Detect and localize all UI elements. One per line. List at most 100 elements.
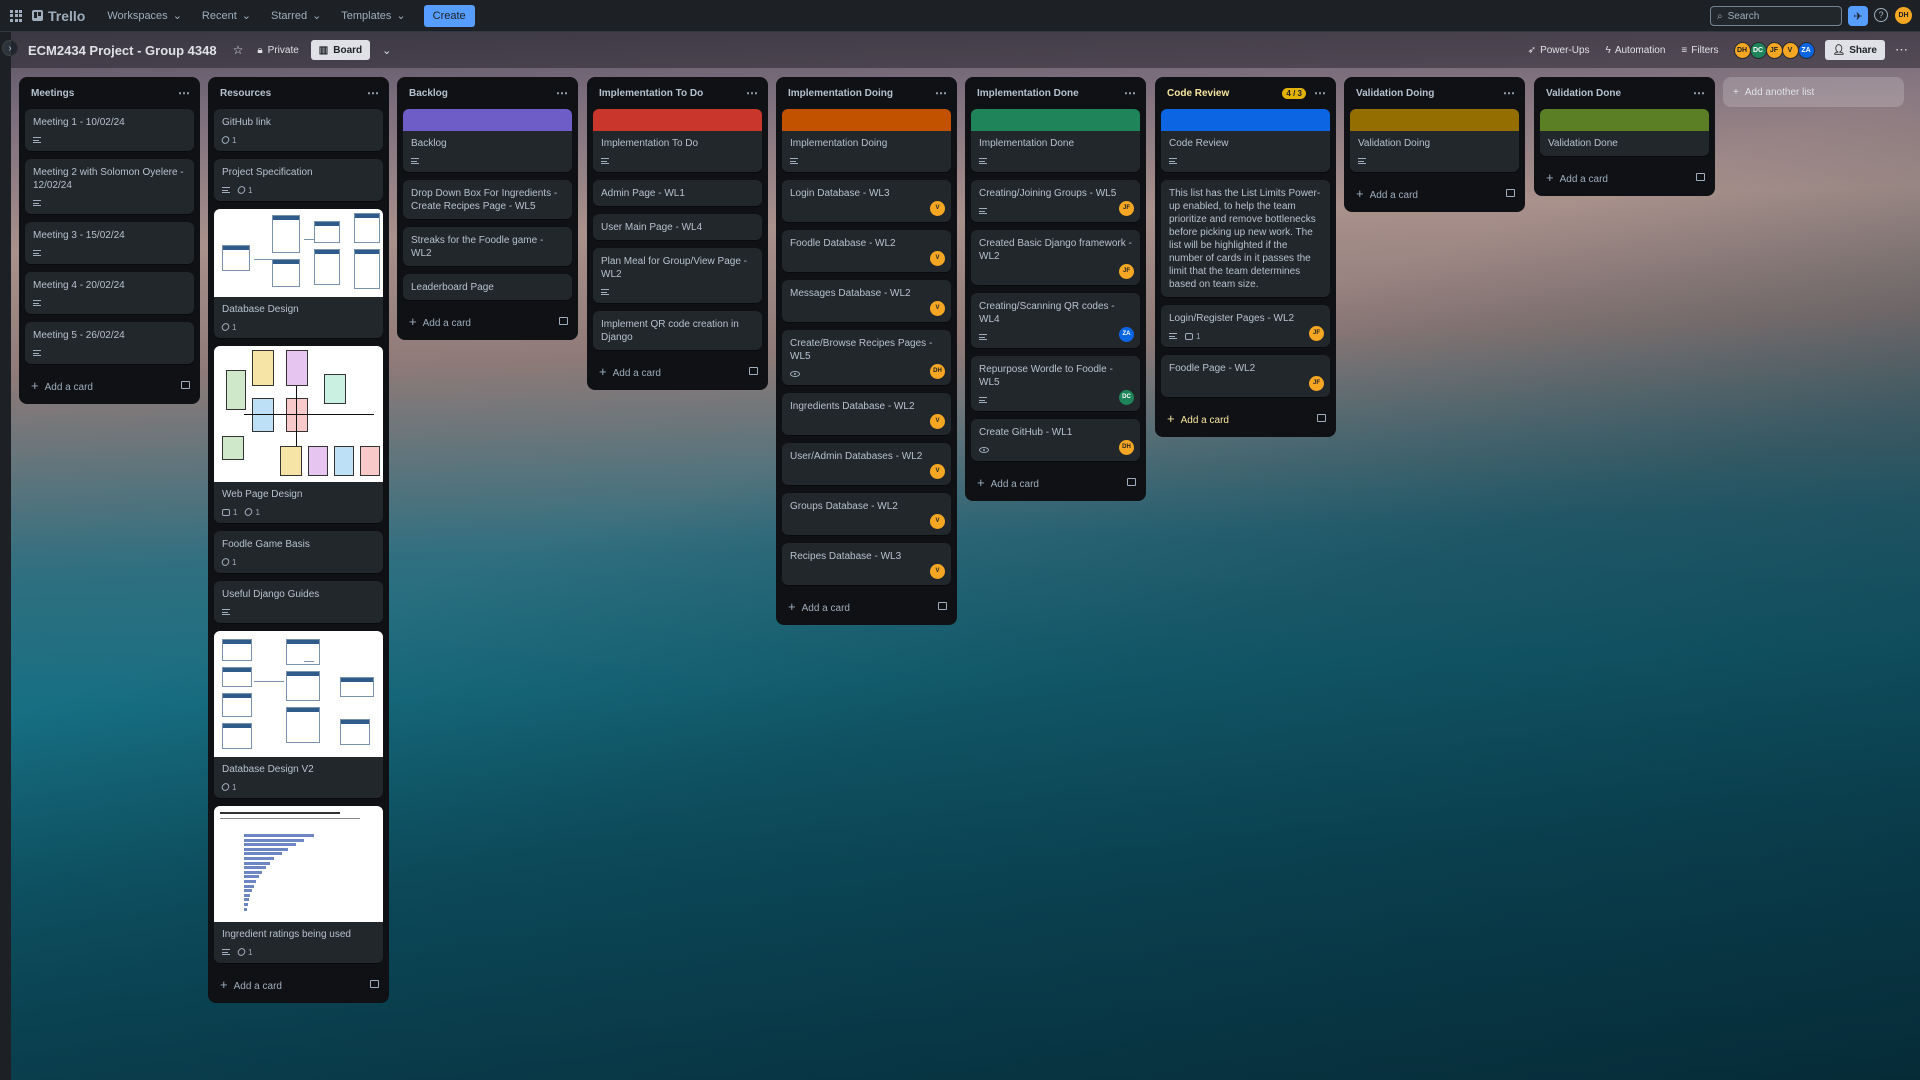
card[interactable]: Foodle Database - WL2 V xyxy=(782,230,951,272)
add-card-button[interactable]: + Add a card xyxy=(1155,405,1336,431)
more-options-icon[interactable]: ⋯ xyxy=(556,86,568,100)
avatar[interactable]: ZA xyxy=(1119,327,1134,342)
card[interactable]: Drop Down Box For Ingredients - Create R… xyxy=(403,180,572,219)
card[interactable]: GitHub link 1 xyxy=(214,109,383,151)
card[interactable]: Database Design 1 xyxy=(214,209,383,338)
menu-templates[interactable]: Templates ⌄ xyxy=(333,4,413,28)
card[interactable]: Implement QR code creation in Django xyxy=(593,311,762,350)
template-icon[interactable] xyxy=(1696,173,1705,181)
more-options-icon[interactable]: ⋯ xyxy=(1895,42,1908,58)
more-options-icon[interactable]: ⋯ xyxy=(935,86,947,100)
list-title[interactable]: Code Review xyxy=(1167,88,1229,99)
avatar[interactable]: JF xyxy=(1765,41,1783,59)
template-icon[interactable] xyxy=(181,381,190,389)
template-icon[interactable] xyxy=(370,980,379,988)
card[interactable]: User Main Page - WL4 xyxy=(593,214,762,240)
list-title[interactable]: Meetings xyxy=(31,88,74,99)
template-icon[interactable] xyxy=(1506,189,1515,197)
add-card-button[interactable]: + Add a card xyxy=(587,358,768,384)
create-button[interactable]: Create xyxy=(423,4,475,27)
template-icon[interactable] xyxy=(559,317,568,325)
avatar[interactable]: JF xyxy=(1309,376,1324,391)
menu-recent[interactable]: Recent ⌄ xyxy=(194,4,259,28)
add-card-button[interactable]: + Add a card xyxy=(208,971,389,997)
card[interactable]: Admin Page - WL1 xyxy=(593,180,762,206)
card[interactable]: Validation Doing xyxy=(1350,109,1519,172)
card[interactable]: Streaks for the Foodle game - WL2 xyxy=(403,227,572,266)
help-icon[interactable]: ? xyxy=(1874,8,1888,22)
add-card-button[interactable]: + Add a card xyxy=(965,469,1146,495)
card[interactable]: Login Database - WL3 V xyxy=(782,180,951,222)
card[interactable]: Database Design V2 1 xyxy=(214,631,383,798)
card[interactable]: Groups Database - WL2 V xyxy=(782,493,951,535)
trello-logo[interactable]: Trello xyxy=(32,8,85,24)
card[interactable]: Backlog xyxy=(403,109,572,172)
share-button[interactable]: 👤︎ Share xyxy=(1824,40,1885,60)
card[interactable]: This list has the List Limits Power-up e… xyxy=(1161,180,1330,297)
card[interactable]: Web Page Design 1 1 xyxy=(214,346,383,523)
chevron-down-icon[interactable]: ⌄ xyxy=(382,44,391,57)
card[interactable]: Login/Register Pages - WL2 1 JF xyxy=(1161,305,1330,347)
visibility-button[interactable]: 🔒︎ Private xyxy=(257,45,298,56)
powerups-button[interactable]: ➶ Power-Ups xyxy=(1528,45,1590,56)
board-title[interactable]: ECM2434 Project - Group 4348 xyxy=(28,43,217,58)
card[interactable]: Meeting 1 - 10/02/24 xyxy=(25,109,194,151)
board-view-button[interactable]: ▥ Board xyxy=(310,40,371,60)
avatar[interactable]: DC xyxy=(1119,390,1134,405)
card[interactable]: Implementation Doing xyxy=(782,109,951,172)
add-card-button[interactable]: + Add a card xyxy=(776,593,957,619)
avatar[interactable]: V xyxy=(930,514,945,529)
card[interactable]: Meeting 2 with Solomon Oyelere - 12/02/2… xyxy=(25,159,194,214)
avatar[interactable]: V xyxy=(930,251,945,266)
template-icon[interactable] xyxy=(1317,414,1326,422)
avatar[interactable]: V xyxy=(930,564,945,579)
card[interactable]: Project Specification 1 xyxy=(214,159,383,201)
card[interactable]: Implementation Done xyxy=(971,109,1140,172)
avatar[interactable]: V xyxy=(930,414,945,429)
list-title[interactable]: Implementation Done xyxy=(977,88,1079,99)
app-switcher-icon[interactable] xyxy=(10,9,22,22)
more-options-icon[interactable]: ⋯ xyxy=(367,86,379,100)
avatar[interactable]: JF xyxy=(1309,326,1324,341)
add-card-button[interactable]: + Add a card xyxy=(397,308,578,334)
card[interactable]: Foodle Game Basis 1 xyxy=(214,531,383,573)
list-title[interactable]: Validation Doing xyxy=(1356,88,1434,99)
list-title[interactable]: Implementation To Do xyxy=(599,88,703,99)
add-card-button[interactable]: + Add a card xyxy=(1534,164,1715,190)
star-icon[interactable]: ☆ xyxy=(233,43,244,57)
card[interactable]: Validation Done xyxy=(1540,109,1709,156)
avatar[interactable]: DC xyxy=(1749,41,1767,59)
search-input[interactable]: ⌕ Search xyxy=(1710,6,1842,26)
card[interactable]: Implementation To Do xyxy=(593,109,762,172)
list-title[interactable]: Implementation Doing xyxy=(788,88,893,99)
avatar[interactable]: DH xyxy=(1733,41,1751,59)
card[interactable]: Recipes Database - WL3 V xyxy=(782,543,951,585)
card[interactable]: Plan Meal for Group/View Page - WL2 xyxy=(593,248,762,303)
card[interactable]: Ingredients Database - WL2 V xyxy=(782,393,951,435)
more-options-icon[interactable]: ⋯ xyxy=(178,86,190,100)
card[interactable]: Repurpose Wordle to Foodle - WL5 DC xyxy=(971,356,1140,411)
filters-button[interactable]: ≡ Filters xyxy=(1681,45,1718,56)
list-title[interactable]: Resources xyxy=(220,88,271,99)
menu-starred[interactable]: Starred ⌄ xyxy=(263,4,329,28)
list-title[interactable]: Backlog xyxy=(409,88,448,99)
avatar[interactable]: V xyxy=(1781,41,1799,59)
card[interactable]: Useful Django Guides xyxy=(214,581,383,623)
automation-button[interactable]: ϟ Automation xyxy=(1606,45,1666,56)
card[interactable]: Creating/Joining Groups - WL5 JF xyxy=(971,180,1140,222)
card[interactable]: User/Admin Databases - WL2 V xyxy=(782,443,951,485)
notifications-icon[interactable]: ✈ xyxy=(1848,6,1868,26)
template-icon[interactable] xyxy=(938,602,947,610)
more-options-icon[interactable]: ⋯ xyxy=(1314,86,1326,100)
more-options-icon[interactable]: ⋯ xyxy=(1503,86,1515,100)
avatar[interactable]: ZA xyxy=(1797,41,1815,59)
avatar[interactable]: V xyxy=(930,464,945,479)
card[interactable]: Create/Browse Recipes Pages - WL5 DH xyxy=(782,330,951,385)
add-card-button[interactable]: + Add a card xyxy=(19,372,200,398)
avatar[interactable]: JF xyxy=(1119,264,1134,279)
menu-workspaces[interactable]: Workspaces ⌄ xyxy=(99,4,190,28)
template-icon[interactable] xyxy=(749,367,758,375)
template-icon[interactable] xyxy=(1127,478,1136,486)
card[interactable]: Code Review xyxy=(1161,109,1330,172)
avatar[interactable]: V xyxy=(930,201,945,216)
